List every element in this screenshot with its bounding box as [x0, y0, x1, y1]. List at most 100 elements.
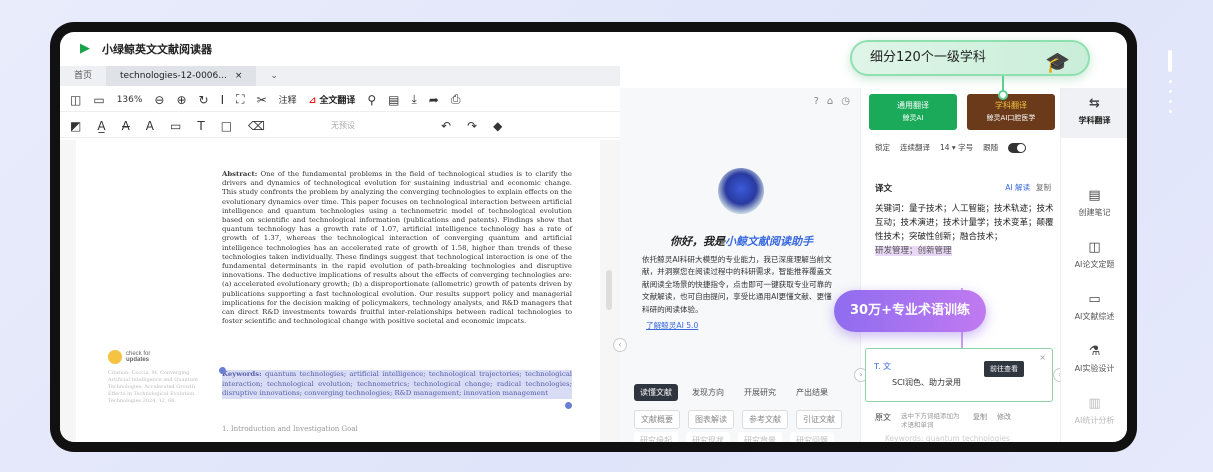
lock-checkbox[interactable]: 锁定 [875, 142, 890, 153]
subject-translate-button[interactable]: 学科翻译 鲸灵AI口腔医学 [967, 94, 1055, 130]
slide-indicator-dot[interactable] [1169, 90, 1172, 93]
zoom-level[interactable]: 136% [117, 95, 143, 105]
zoom-in-icon[interactable]: ⊕ [176, 93, 186, 107]
slide-indicator-dot[interactable] [1169, 80, 1172, 83]
translation-highlight: 研发管理；创新管理 [875, 246, 952, 256]
translation-text[interactable]: 关键词：量子技术；人工智能；技术轨迹；技术互动；技术演进；技术计量学；技术变革；… [875, 202, 1055, 258]
close-tab-icon[interactable]: × [235, 71, 243, 81]
cut-icon[interactable]: ✂ [257, 93, 267, 107]
command-citations[interactable]: 引证文献 [796, 410, 842, 429]
command-background[interactable]: 研究背景 [738, 432, 782, 442]
command-figures[interactable]: 图表解读 [688, 410, 734, 429]
ai-assistant-panel: ? ⌂ ◷ 你好，我是小鲸文献阅读助手 依托鲸灵AI科研大模型的专业能力，我已深… [613, 88, 860, 442]
history-icon[interactable]: ◷ [841, 96, 850, 107]
tab-document[interactable]: technologies-12-0006... × [106, 66, 257, 86]
tab-output[interactable]: 产出结果 [790, 384, 834, 401]
annotate-dropdown[interactable]: 注释 [279, 93, 297, 106]
command-origin[interactable]: 研究缘起 [634, 432, 678, 442]
preset-label: 无预设 [331, 121, 355, 130]
sidebar-item-topic[interactable]: ◫ AI论文定题 [1061, 240, 1127, 270]
general-translate-label: 通用翻译 [897, 101, 929, 110]
search-icon[interactable]: ⚲ [367, 93, 376, 107]
fontsize-select[interactable]: 14 ▾ 字号 [940, 142, 973, 153]
copy-button[interactable]: 复制 [1036, 182, 1051, 194]
original-text: Keywords: quantum technologies [885, 434, 1010, 442]
clean-icon[interactable]: ⌂ [827, 96, 833, 107]
slide-indicator-active[interactable] [1168, 50, 1172, 72]
greeting-prefix: 你好，我是 [670, 235, 725, 248]
tab-discover[interactable]: 发现方向 [686, 384, 730, 401]
tab-bar: 首页 technologies-12-0006... × ⌄ [60, 66, 620, 86]
redo-icon[interactable]: ↷ [467, 119, 477, 133]
slide-indicator-dot[interactable] [1169, 110, 1172, 113]
doc-scrollbar[interactable] [606, 270, 612, 310]
document-viewer[interactable]: Abstract: One of the fundamental problem… [60, 140, 620, 442]
toolbar-annotation: ◩ A̲ A̶ A ▭ T □ ⌫ 无预设 ↶ ↷ ◆ [60, 114, 620, 138]
strikethrough-icon[interactable]: A̶ [122, 119, 130, 133]
sidebar-label-5: AI统计分析 [1074, 416, 1115, 425]
tab-understand[interactable]: 读懂文献 [634, 384, 678, 401]
help-icon[interactable]: ? [814, 96, 819, 107]
panel-icon[interactable]: ◫ [70, 93, 81, 107]
assistant-intro: 依托鲸灵AI科研大模型的专业能力，我已深度理解当前文献，并洞察您在阅读过程中的科… [642, 255, 832, 314]
underline-icon[interactable]: A̲ [97, 119, 105, 133]
tab-document-label: technologies-12-0006... [120, 71, 227, 81]
tab-menu-chevron-icon[interactable]: ⌄ [256, 66, 292, 86]
pages-icon[interactable]: ▭ [93, 93, 104, 107]
sidebar-item-experiment[interactable]: ⚗ AI实验设计 [1061, 344, 1127, 374]
rectangle-icon[interactable]: □ [221, 119, 232, 133]
tab-home[interactable]: 首页 [60, 66, 106, 86]
subject-translate-sub: 鲸灵AI口腔医学 [986, 114, 1036, 122]
abstract-paragraph[interactable]: Abstract: One of the fundamental problem… [222, 170, 572, 326]
print-icon[interactable]: ⎙ [451, 92, 461, 107]
learn-more-link[interactable]: 了解鲸灵AI 5.0 [646, 320, 698, 331]
check-updates-badge[interactable]: check for updates [108, 350, 208, 364]
text-icon[interactable]: T [197, 119, 204, 133]
sidebar-item-stats[interactable]: ▥ AI统计分析 [1061, 396, 1127, 426]
general-translate-button[interactable]: 通用翻译 鲸灵AI [869, 94, 957, 130]
command-summary[interactable]: 文献概要 [634, 410, 680, 429]
follow-toggle[interactable] [1008, 142, 1027, 153]
cursor-icon[interactable]: I [221, 93, 225, 107]
original-label: 原文 [875, 413, 891, 422]
popup-close-icon[interactable]: × [1039, 353, 1046, 362]
command-question[interactable]: 研究问题 [790, 432, 834, 442]
ai-read-button[interactable]: AI 解读 [1005, 182, 1030, 194]
download-icon[interactable]: ⤓ [411, 92, 416, 107]
translation-heading: 译文 [875, 184, 893, 194]
squiggly-icon[interactable]: A [146, 119, 154, 133]
sidebar-item-create-note[interactable]: ▤ 创建笔记 [1061, 188, 1127, 218]
note-icon[interactable]: ▭ [170, 119, 181, 133]
clear-icon[interactable]: ◆ [493, 119, 502, 133]
zoom-out-icon[interactable]: ⊖ [154, 93, 164, 107]
command-references[interactable]: 参考文献 [742, 410, 788, 429]
sidebar-item-review[interactable]: ▭ AI文献综述 [1061, 292, 1127, 322]
original-edit-button[interactable]: 修改 [997, 412, 1011, 422]
command-status[interactable]: 研究现状 [686, 432, 730, 442]
slide-indicator-dot[interactable] [1169, 100, 1172, 103]
check-updates-icon [108, 350, 122, 364]
general-translate-sub: 鲸灵AI [902, 114, 924, 122]
undo-icon[interactable]: ↶ [441, 119, 451, 133]
share-icon[interactable]: ➦ [429, 93, 439, 107]
sidebar-item-subject-translate[interactable]: ⇆ 学科翻译 [1061, 88, 1127, 138]
selection-start-handle[interactable] [219, 367, 226, 374]
device-frame: ▶ 小绿鲸英文文献阅读器 首页 technologies-12-0006... ×… [50, 22, 1137, 452]
popup-go-button[interactable]: 前往查看 [984, 361, 1024, 377]
rotate-icon[interactable]: ↻ [199, 93, 209, 107]
panel-prev-arrow-icon[interactable]: ‹ [613, 338, 627, 352]
pdf-page[interactable]: Abstract: One of the fundamental problem… [76, 140, 600, 442]
original-copy-button[interactable]: 复制 [973, 412, 987, 422]
eraser-icon[interactable]: ⌫ [248, 119, 265, 133]
follow-label: 跟随 [983, 143, 999, 152]
comment-icon[interactable]: ▤ [388, 93, 399, 107]
keywords-selection[interactable]: Keywords: quantum technologies; artifici… [222, 370, 572, 399]
selection-end-handle[interactable] [565, 402, 572, 409]
abstract-text: One of the fundamental problems in the f… [222, 170, 572, 326]
full-translate-button[interactable]: ⊿ 全文翻译 [309, 93, 356, 106]
terms-callout: 30万+专业术语训练 [834, 290, 986, 332]
highlight-icon[interactable]: ◩ [70, 119, 81, 133]
continuous-checkbox[interactable]: 连续翻译 [900, 142, 930, 153]
fullscreen-icon[interactable]: ⛶ [236, 92, 244, 107]
tab-research[interactable]: 开展研究 [738, 384, 782, 401]
